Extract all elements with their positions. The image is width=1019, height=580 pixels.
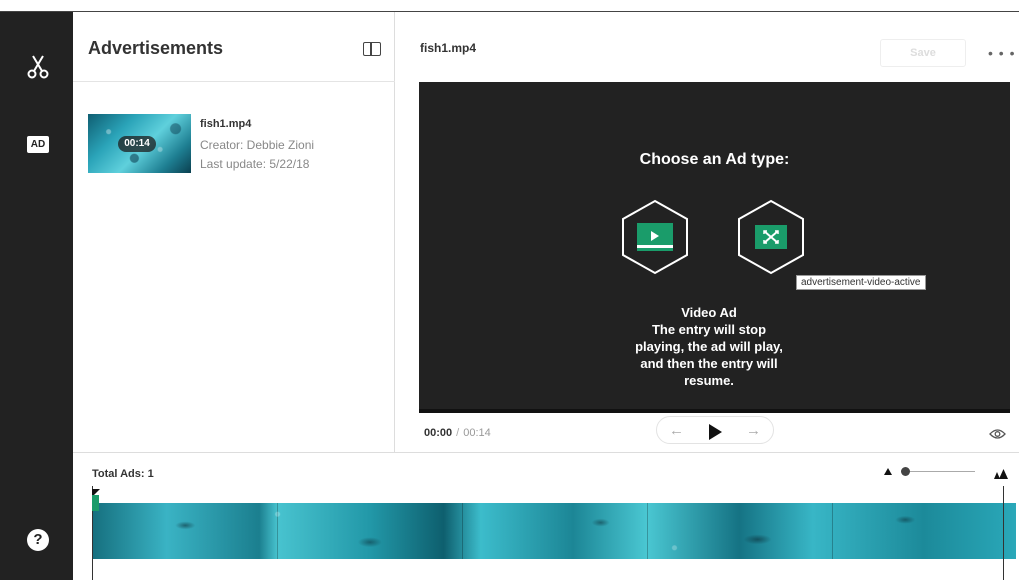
eye-icon[interactable]	[989, 427, 1006, 439]
current-time: 00:00	[424, 427, 453, 439]
zoom-track[interactable]	[901, 471, 975, 472]
expand-icon[interactable]	[737, 199, 805, 275]
panel-toggle-icon[interactable]	[363, 42, 381, 56]
zoom-slider[interactable]	[881, 464, 1011, 480]
zoom-out-icon[interactable]	[884, 468, 892, 475]
panel-title: Advertisements	[88, 38, 224, 58]
ad-type-prompt: Choose an Ad type:	[639, 151, 790, 168]
playback-controls: ← →	[656, 416, 774, 444]
description-line: and then the entry will	[640, 356, 778, 371]
timeline-panel: Total Ads: 1	[73, 453, 1019, 580]
player-controls: 00:00/00:14 ← →	[396, 416, 1019, 452]
previous-arrow-icon[interactable]: ←	[669, 422, 684, 439]
entry-creator: Creator: Debbie Zioni	[200, 138, 315, 152]
scissors-icon[interactable]	[26, 54, 50, 80]
more-options-icon[interactable]: • • •	[988, 45, 1015, 61]
next-arrow-icon[interactable]: →	[746, 422, 761, 439]
help-icon[interactable]: ?	[27, 529, 49, 551]
top-edge	[0, 0, 1019, 12]
time-display: 00:00/00:14	[424, 427, 491, 439]
ad-cue-point[interactable]	[92, 495, 99, 511]
ad-icon[interactable]: AD	[27, 136, 49, 153]
divider	[73, 81, 395, 82]
duration-badge: 00:14	[118, 136, 156, 152]
left-rail: AD ?	[0, 12, 73, 580]
ad-type-description: Video Ad The entry will stop playing, th…	[589, 304, 829, 389]
zoom-handle[interactable]	[901, 467, 910, 476]
save-button[interactable]: Save	[880, 39, 966, 67]
playhead[interactable]	[1003, 486, 1004, 580]
zoom-in-icon[interactable]	[991, 466, 1009, 479]
video-ad-icon[interactable]	[621, 199, 689, 275]
video-player[interactable]: Choose an Ad type: advertisement-video-a…	[419, 82, 1010, 413]
entry-last-update: Last update: 5/22/18	[200, 157, 310, 171]
video-thumbnail[interactable]: 00:14	[88, 114, 191, 173]
list-item[interactable]: 00:14 fish1.mp4 Creator: Debbie Zioni La…	[88, 114, 388, 174]
time-separator: /	[456, 427, 460, 439]
tooltip: advertisement-video-active	[796, 275, 926, 290]
entry-name: fish1.mp4	[200, 118, 252, 130]
page-title: fish1.mp4	[420, 41, 477, 55]
timeline-filmstrip[interactable]	[93, 503, 1016, 559]
advertisements-panel: Advertisements 00:14 fish1.mp4 Creator: …	[73, 12, 395, 452]
description-title: Video Ad	[681, 305, 737, 320]
editor-main: fish1.mp4 Save • • • Choose an Ad type:	[396, 12, 1019, 452]
description-line: playing, the ad will play,	[635, 339, 783, 354]
description-line: The entry will stop	[651, 322, 767, 337]
progress-bar[interactable]	[419, 409, 1010, 413]
total-ads-count: Total Ads: 1	[92, 468, 154, 480]
play-icon[interactable]	[709, 424, 722, 440]
description-line: resume.	[684, 373, 734, 388]
total-time: 00:14	[463, 427, 491, 439]
